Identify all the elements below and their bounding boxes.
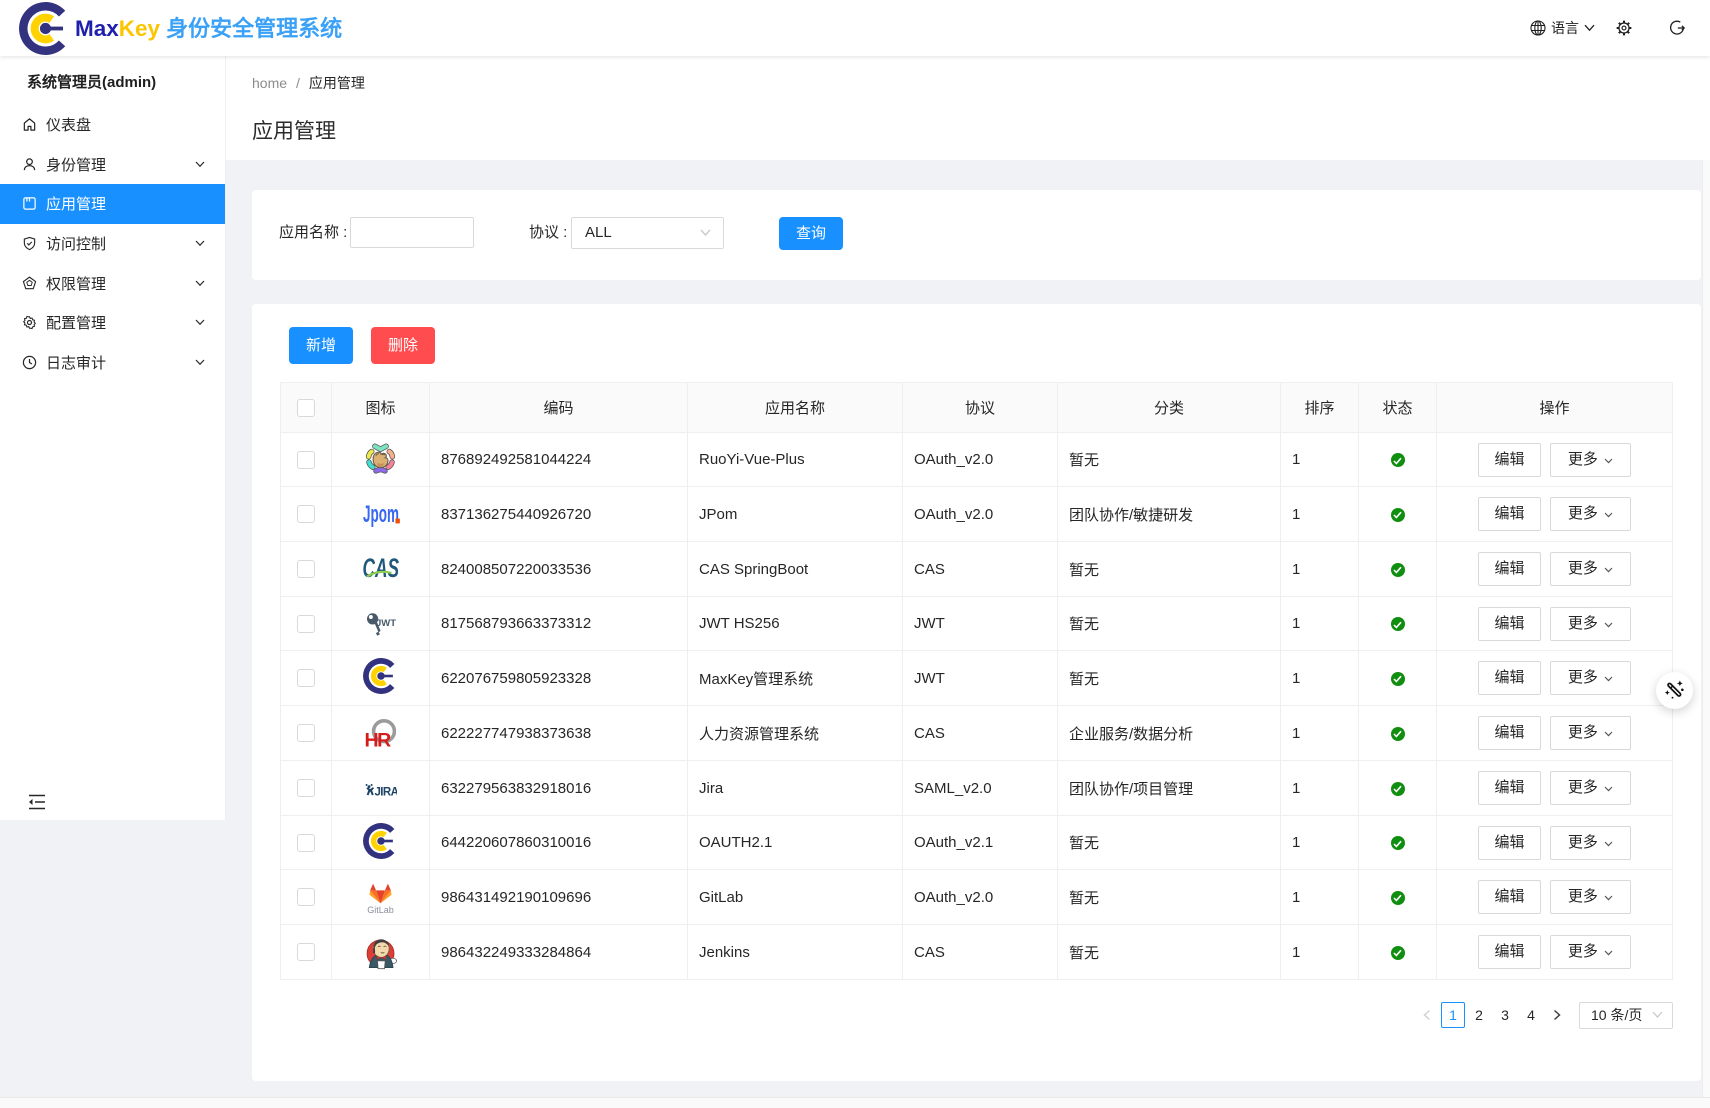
svg-text:HR: HR [365, 730, 391, 751]
svg-text:JWT: JWT [376, 618, 396, 629]
svg-text:Jpom: Jpom [363, 501, 399, 528]
svg-text:CAS: CAS [362, 555, 398, 583]
svg-text:JIRA: JIRA [374, 786, 397, 798]
